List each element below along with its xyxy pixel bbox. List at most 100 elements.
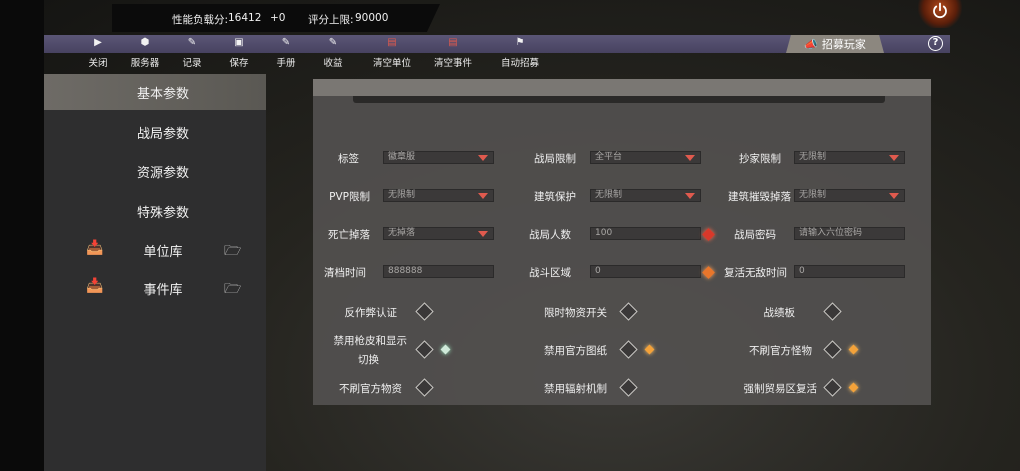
pvp-limit-select[interactable]: 无限制 [383,189,494,202]
disable-blueprint-checkbox[interactable] [619,340,638,359]
setting-gem-icon [848,344,859,355]
chevron-down-icon [889,193,899,199]
pvp-limit-label: PVP限制 [329,191,370,203]
trade-zone-respawn-checkbox[interactable] [823,378,842,397]
chevron-down-icon [685,193,695,199]
sidebar: 基本参数 战局参数 资源参数 特殊参数 📥 单位库 🗁 📥 事件库 🗁 [44,74,266,471]
recruit-players-button[interactable]: 📣 招募玩家 [786,35,884,53]
setting-gem-icon [440,344,451,355]
building-protect-select[interactable]: 无限制 [590,189,701,202]
megaphone-icon: 📣 [804,37,818,51]
raid-limit-label: 抄家限制 [739,153,781,165]
battle-zone-label: 战斗区域 [529,267,571,279]
player-count-value: 100 [595,228,613,238]
match-limit-value: 全平台 [595,152,623,162]
power-icon [933,2,947,19]
load-delta: +0 [270,12,286,24]
battle-zone-input[interactable]: 0 [590,265,701,278]
chevron-down-icon [478,193,488,199]
toggle-label: 不刷官方怪物 [749,345,812,357]
anti-cheat-checkbox[interactable] [415,302,434,321]
building-protect-value: 无限制 [595,190,623,200]
sidebar-item-unit-library[interactable]: 📥 单位库 🗁 [44,232,266,268]
chevron-down-icon [685,155,695,161]
pvp-limit-value: 无限制 [388,190,416,200]
toggle-label: 强制贸易区复活 [743,383,818,395]
sidebar-item-label: 基本参数 [136,87,189,102]
add-folder-icon[interactable]: 🗁 [224,240,241,264]
recruit-label: 招募玩家 [821,38,866,51]
respawn-invincible-value: 0 [799,266,805,276]
power-button[interactable] [918,0,962,28]
load-label: 性能负载分: [172,14,229,26]
respawn-invincible-label: 复活无敌时间 [724,267,787,279]
sidebar-item-label: 单位库 [143,245,183,260]
sidebar-item-basic[interactable]: 基本参数 [44,74,266,110]
clear-events-button[interactable]: ▤ 清空事件 [423,37,483,69]
scoreboard-checkbox[interactable] [823,302,842,321]
death-drop-select[interactable]: 无掉落 [383,227,494,240]
tag-label: 标签 [338,153,359,165]
setting-gem-icon [848,382,859,393]
toggle-label: 禁用官方图纸 [544,345,607,357]
clear-units-button[interactable]: ▤ 清空单位 [362,37,422,69]
respawn-invincible-input[interactable]: 0 [794,265,905,278]
raid-limit-select[interactable]: 无限制 [794,151,905,164]
timed-supply-checkbox[interactable] [619,302,638,321]
edit-icon: ✎ [328,37,338,48]
no-official-monsters-checkbox[interactable] [823,340,842,359]
trash-icon: ▤ [387,37,397,48]
flag-icon: ⚑ [515,37,525,48]
wipe-time-label: 清档时间 [324,267,366,279]
sidebar-item-match[interactable]: 战局参数 [44,114,266,150]
chevron-down-icon [478,231,488,237]
auto-recruit-label: 自动招募 [500,58,539,69]
panel-header-bar [353,96,885,103]
toggle-label: 战绩板 [763,307,796,319]
help-button[interactable]: ? [928,36,943,51]
disable-skin-checkbox[interactable] [415,340,434,359]
limit-label: 评分上限: [308,14,354,26]
panel-header [313,79,931,96]
toggle-label: 禁用枪皮和显示 [333,335,408,347]
tag-select[interactable]: 徽章服 [383,151,494,164]
chevron-down-icon [478,155,488,161]
settings-panel: 标签 徽章服 战局限制 全平台 抄家限制 无限制 PVP限制 无限制 建筑保护 … [313,79,931,405]
match-password-input[interactable]: 请输入六位密码 [794,227,905,240]
sidebar-item-label: 特殊参数 [136,206,189,221]
building-drop-select[interactable]: 无限制 [794,189,905,202]
toggle-label-line2: 切换 [358,354,379,366]
chevron-down-icon [889,155,899,161]
disable-radiation-checkbox[interactable] [619,378,638,397]
add-folder-icon[interactable]: 🗁 [224,278,241,302]
setting-gem-icon [644,344,655,355]
clear-units-label: 清空单位 [372,58,411,69]
match-limit-select[interactable]: 全平台 [590,151,701,164]
building-protect-label: 建筑保护 [534,191,576,203]
tag-value: 徽章服 [388,152,416,162]
sidebar-item-label: 事件库 [143,283,183,298]
limit-value: 90000 [355,12,389,24]
load-value: 16412 [228,12,262,24]
wipe-time-input[interactable]: 888888 [383,265,494,278]
toggle-label: 限时物资开关 [544,307,607,319]
left-edge [0,0,44,471]
clear-events-label: 清空事件 [433,58,472,69]
raid-limit-value: 无限制 [799,152,827,162]
income-button[interactable]: ✎ 收益 [303,37,363,69]
performance-stats-bar: 性能负载分: 16412 +0 评分上限: 90000 [112,4,440,32]
player-count-label: 战局人数 [529,229,571,241]
player-count-input[interactable]: 100 [590,227,701,240]
building-drop-value: 无限制 [799,190,827,200]
death-drop-label: 死亡掉落 [328,229,370,241]
sidebar-item-special[interactable]: 特殊参数 [44,193,266,229]
income-label: 收益 [323,58,343,69]
sidebar-item-resource[interactable]: 资源参数 [44,153,266,189]
no-official-supplies-checkbox[interactable] [415,378,434,397]
sidebar-item-label: 战局参数 [136,127,189,142]
match-password-label: 战局密码 [734,229,776,241]
auto-recruit-button[interactable]: ⚑ 自动招募 [490,37,550,69]
trash-icon: ▤ [448,37,458,48]
sidebar-item-event-library[interactable]: 📥 事件库 🗁 [44,270,266,306]
match-limit-label: 战局限制 [534,153,576,165]
